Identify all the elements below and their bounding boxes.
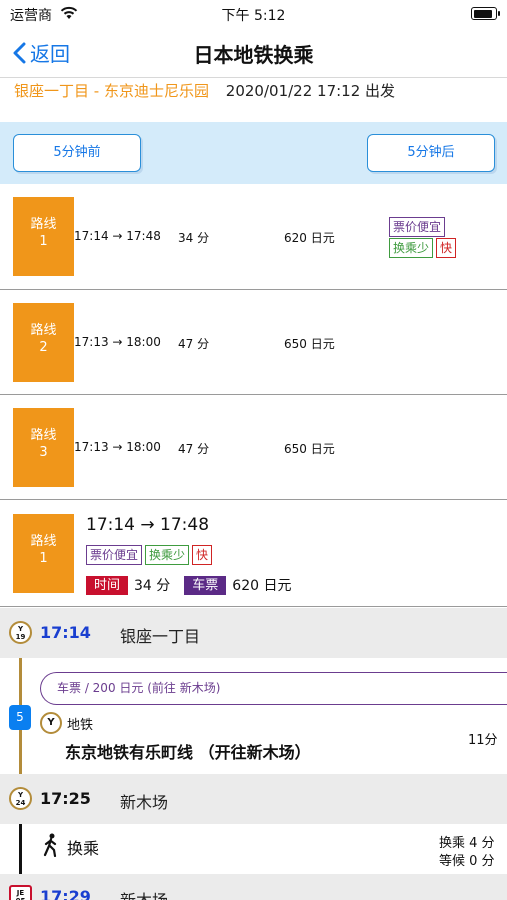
route-option-2[interactable]: 路线 2 17:13 → 18:00 47 分 650 日元: [0, 290, 507, 395]
page-title: 日本地铁换乘: [193, 43, 314, 67]
fare-pill: 车票: [184, 575, 227, 595]
tag-few-transfers: 换乘少: [145, 545, 190, 565]
route-badge: 路线 1: [13, 514, 74, 593]
route-badge-number: 1: [39, 234, 48, 249]
tag-fast: 快: [436, 238, 457, 258]
route-summary: 银座一丁目 - 东京迪士尼乐园 2020/01/22 17:12 出发: [14, 80, 395, 101]
detail-tags: 票价便宜 换乘少快: [86, 544, 215, 565]
stop-time: 17:29: [40, 887, 91, 900]
route-times: 17:14 → 17:48: [74, 229, 161, 243]
tag-fast: 快: [192, 545, 213, 565]
station-line-code: Y: [17, 791, 24, 799]
stop-time: 17:25: [40, 789, 91, 808]
time-pill: 时间: [86, 575, 129, 595]
route-separator: -: [93, 82, 100, 100]
station-line-code: JE: [16, 889, 25, 897]
route-fare: 620 日元: [284, 231, 335, 245]
ride-minutes: 11分: [468, 733, 498, 748]
route-badge: 路线 2: [13, 303, 74, 382]
platform-badge: 5: [9, 705, 31, 730]
line-name[interactable]: 东京地铁有乐町线 （开往新木场）: [65, 739, 311, 763]
ticket-info-pill: 车票 / 200 日元 (前往 新木场): [40, 672, 507, 705]
route-option-3[interactable]: 路线 3 17:13 → 18:00 47 分 650 日元: [0, 395, 507, 500]
navigation-bar: 返回 日本地铁换乘: [0, 28, 507, 78]
route-badge: 路线 1: [13, 197, 74, 276]
detail-meta: 时间 34 分 车票 620 日元: [86, 575, 291, 595]
transport-mode: 地铁: [67, 718, 94, 733]
route-fare: 650 日元: [284, 442, 335, 456]
station-badge-icon: Y 24: [9, 787, 32, 810]
route-badge-label: 路线: [30, 428, 57, 443]
route-badge-number: 1: [39, 551, 48, 566]
route-duration: 34 分: [178, 231, 210, 245]
tag-cheap: 票价便宜: [86, 545, 143, 565]
route-badge-label: 路线: [30, 323, 57, 338]
stop-row[interactable]: JE 05 17:29 新木场: [0, 874, 507, 900]
detail-duration: 34 分: [134, 578, 171, 594]
route-badge-number: 2: [39, 340, 48, 355]
departure-time: 2020/01/22 17:12 出发: [225, 82, 396, 100]
station-line-code: Y: [17, 625, 24, 633]
route-badge-label: 路线: [30, 534, 57, 549]
status-bar: 运营商 下午 5:12: [0, 0, 507, 28]
later-button[interactable]: 5分钟后: [367, 134, 495, 172]
earlier-button[interactable]: 5分钟前: [13, 134, 141, 172]
route-duration: 47 分: [178, 337, 210, 351]
destination-station: 东京迪士尼乐园: [104, 82, 210, 100]
station-number: 19: [15, 633, 26, 641]
route-option-1[interactable]: 路线 1 17:14 → 17:48 34 分 620 日元 票价便宜 换乘少快: [0, 184, 507, 290]
subway-line-icon: Y: [40, 712, 62, 734]
stop-row[interactable]: Y 19 17:14 银座一丁目: [0, 608, 507, 658]
stop-time: 17:14: [40, 623, 91, 642]
route-tags: 票价便宜: [389, 216, 448, 237]
route-badge: 路线 3: [13, 408, 74, 487]
route-duration: 47 分: [178, 442, 210, 456]
route-times: 17:13 → 18:00: [74, 335, 161, 349]
route-badge-label: 路线: [30, 217, 57, 232]
station-number: 24: [15, 799, 26, 807]
route-fare: 650 日元: [284, 337, 335, 351]
route-detail-summary: 路线 1 17:14 → 17:48 票价便宜 换乘少快 时间 34 分 车票 6…: [0, 500, 507, 607]
wait-time: 等候 0 分: [439, 854, 495, 869]
station-badge-icon: JE 05: [9, 885, 32, 900]
route-times: 17:13 → 18:00: [74, 440, 161, 454]
stop-name: 新木场: [120, 793, 169, 812]
transfer-time: 换乘 4 分: [439, 836, 495, 851]
stop-name: 银座一丁目: [120, 627, 201, 646]
stop-row[interactable]: Y 24 17:25 新木场: [0, 774, 507, 824]
route-badge-number: 3: [39, 445, 48, 460]
walking-icon: [43, 833, 57, 857]
station-badge-icon: Y 19: [9, 621, 32, 644]
transfer-label: 换乘: [67, 839, 100, 858]
time-shift-bar: 5分钟前 5分钟后: [0, 122, 507, 184]
route-tags-2: 换乘少快: [389, 237, 459, 258]
stop-name: 新木场: [120, 887, 168, 900]
tag-few-transfers: 换乘少: [389, 238, 434, 258]
battery-icon: [471, 7, 500, 20]
detail-fare: 620 日元: [232, 578, 292, 594]
origin-station: 银座一丁目: [14, 82, 90, 100]
clock: 下午 5:12: [221, 8, 286, 24]
detail-times: 17:14 → 17:48: [86, 515, 210, 535]
tag-cheap: 票价便宜: [389, 217, 446, 237]
